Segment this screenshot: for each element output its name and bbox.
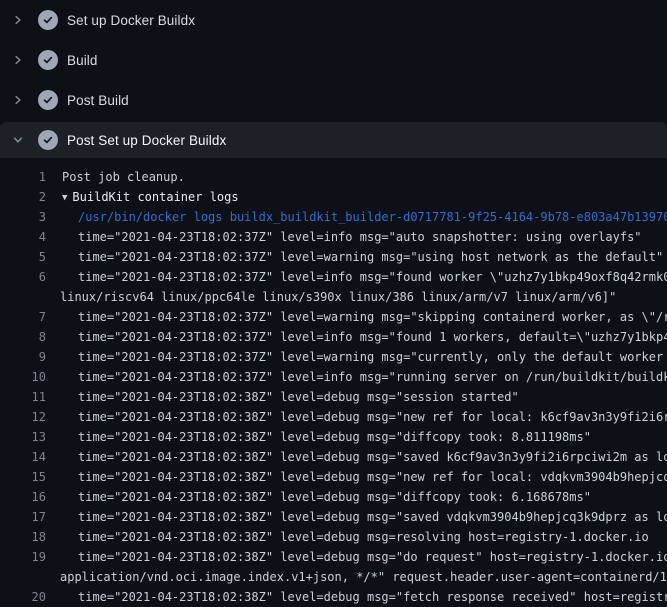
log-line: 3/usr/bin/docker logs buildx_buildkit_bu… <box>0 207 667 227</box>
chevron-right-icon <box>12 92 24 108</box>
log-line-number[interactable]: 1 <box>0 167 46 187</box>
log-line: application/vnd.oci.image.index.v1+json,… <box>0 567 667 587</box>
log-line-text: Post job cleanup. <box>46 167 185 187</box>
log-line: 11time="2021-04-23T18:02:38Z" level=debu… <box>0 387 667 407</box>
log-line-text: time="2021-04-23T18:02:38Z" level=debug … <box>46 487 591 507</box>
success-check-icon <box>38 90 58 110</box>
log-line-text: application/vnd.oci.image.index.v1+json,… <box>46 567 667 587</box>
log-line: 20time="2021-04-23T18:02:38Z" level=debu… <box>0 587 667 607</box>
log-line-number[interactable]: 13 <box>0 427 46 447</box>
log-line: 13time="2021-04-23T18:02:38Z" level=debu… <box>0 427 667 447</box>
step-title: Build <box>67 53 98 68</box>
step-title: Post Set up Docker Buildx <box>67 133 226 148</box>
log-line: 9time="2021-04-23T18:02:37Z" level=warni… <box>0 347 667 367</box>
success-check-icon <box>38 50 58 70</box>
log-line-text: time="2021-04-23T18:02:37Z" level=warnin… <box>46 347 667 367</box>
step-title: Post Build <box>67 93 129 108</box>
step-header-post-setup-docker-buildx[interactable]: Post Set up Docker Buildx <box>0 122 667 158</box>
log-line-number[interactable]: 18 <box>0 527 46 547</box>
log-line-text: time="2021-04-23T18:02:38Z" level=debug … <box>46 467 667 487</box>
log-line-text: time="2021-04-23T18:02:38Z" level=debug … <box>46 407 667 427</box>
log-line-text: time="2021-04-23T18:02:37Z" level=info m… <box>46 367 667 387</box>
log-line-text[interactable]: ▼BuildKit container logs <box>46 187 239 207</box>
log-line: 4time="2021-04-23T18:02:37Z" level=info … <box>0 227 667 247</box>
log-line: 17time="2021-04-23T18:02:38Z" level=debu… <box>0 507 667 527</box>
chevron-right-icon <box>12 12 24 28</box>
log-line-text: time="2021-04-23T18:02:37Z" level=info m… <box>46 227 642 247</box>
log-command-text: /usr/bin/docker logs buildx_buildkit_bui… <box>46 207 667 227</box>
log-line-number[interactable]: 2 <box>0 187 46 207</box>
log-line-text: time="2021-04-23T18:02:38Z" level=debug … <box>46 427 591 447</box>
step-title: Set up Docker Buildx <box>67 13 195 28</box>
chevron-down-icon <box>12 132 24 148</box>
step-header-post-build[interactable]: Post Build <box>0 80 667 120</box>
log-line: 16time="2021-04-23T18:02:38Z" level=debu… <box>0 487 667 507</box>
log-line-number[interactable]: 19 <box>0 547 46 567</box>
log-line: 12time="2021-04-23T18:02:38Z" level=debu… <box>0 407 667 427</box>
log-line-text: linux/riscv64 linux/ppc64le linux/s390x … <box>46 287 616 307</box>
log-line-number[interactable]: 7 <box>0 307 46 327</box>
log-line: 2▼BuildKit container logs <box>0 187 667 207</box>
log-line-number[interactable]: 17 <box>0 507 46 527</box>
log-line-text: time="2021-04-23T18:02:37Z" level=info m… <box>46 267 667 287</box>
log-line-text: time="2021-04-23T18:02:38Z" level=debug … <box>46 547 667 567</box>
log-line: 1Post job cleanup. <box>0 167 667 187</box>
log-line-text: time="2021-04-23T18:02:38Z" level=debug … <box>46 447 667 467</box>
log-line-text: time="2021-04-23T18:02:38Z" level=debug … <box>46 527 649 547</box>
log-line-number[interactable]: 9 <box>0 347 46 367</box>
log-line-number <box>0 567 46 587</box>
log-line-number[interactable]: 11 <box>0 387 46 407</box>
success-check-icon <box>38 130 58 150</box>
log-line: 8time="2021-04-23T18:02:37Z" level=info … <box>0 327 667 347</box>
log-line-number[interactable]: 6 <box>0 267 46 287</box>
step-header-setup-docker-buildx[interactable]: Set up Docker Buildx <box>0 0 667 40</box>
log-line-number[interactable]: 12 <box>0 407 46 427</box>
log-line-number[interactable]: 15 <box>0 467 46 487</box>
log-line-text: time="2021-04-23T18:02:37Z" level=warnin… <box>46 247 663 267</box>
log-line: 19time="2021-04-23T18:02:38Z" level=debu… <box>0 547 667 567</box>
log-line-number[interactable]: 16 <box>0 487 46 507</box>
step-log-output: 1Post job cleanup.2▼BuildKit container l… <box>0 158 667 607</box>
log-line-number[interactable]: 8 <box>0 327 46 347</box>
log-line-number[interactable]: 20 <box>0 587 46 607</box>
log-line-number[interactable]: 4 <box>0 227 46 247</box>
log-line-text: time="2021-04-23T18:02:38Z" level=debug … <box>46 587 667 607</box>
log-line-number <box>0 287 46 307</box>
log-line: linux/riscv64 linux/ppc64le linux/s390x … <box>0 287 667 307</box>
log-line-text: time="2021-04-23T18:02:37Z" level=warnin… <box>46 307 667 327</box>
log-line: 15time="2021-04-23T18:02:38Z" level=debu… <box>0 467 667 487</box>
log-line-number[interactable]: 3 <box>0 207 46 227</box>
log-line-number[interactable]: 10 <box>0 367 46 387</box>
log-line: 7time="2021-04-23T18:02:37Z" level=warni… <box>0 307 667 327</box>
log-line: 18time="2021-04-23T18:02:38Z" level=debu… <box>0 527 667 547</box>
group-collapse-triangle-icon[interactable]: ▼ <box>62 188 67 207</box>
log-line-number[interactable]: 14 <box>0 447 46 467</box>
log-line-text: time="2021-04-23T18:02:38Z" level=debug … <box>46 507 667 527</box>
log-line: 5time="2021-04-23T18:02:37Z" level=warni… <box>0 247 667 267</box>
log-line: 14time="2021-04-23T18:02:38Z" level=debu… <box>0 447 667 467</box>
log-line-text: time="2021-04-23T18:02:37Z" level=info m… <box>46 327 667 347</box>
step-header-build[interactable]: Build <box>0 40 667 80</box>
success-check-icon <box>38 10 58 30</box>
chevron-right-icon <box>12 52 24 68</box>
log-line-text: time="2021-04-23T18:02:38Z" level=debug … <box>46 387 519 407</box>
log-line: 6time="2021-04-23T18:02:37Z" level=info … <box>0 267 667 287</box>
log-line: 10time="2021-04-23T18:02:37Z" level=info… <box>0 367 667 387</box>
log-line-number[interactable]: 5 <box>0 247 46 267</box>
